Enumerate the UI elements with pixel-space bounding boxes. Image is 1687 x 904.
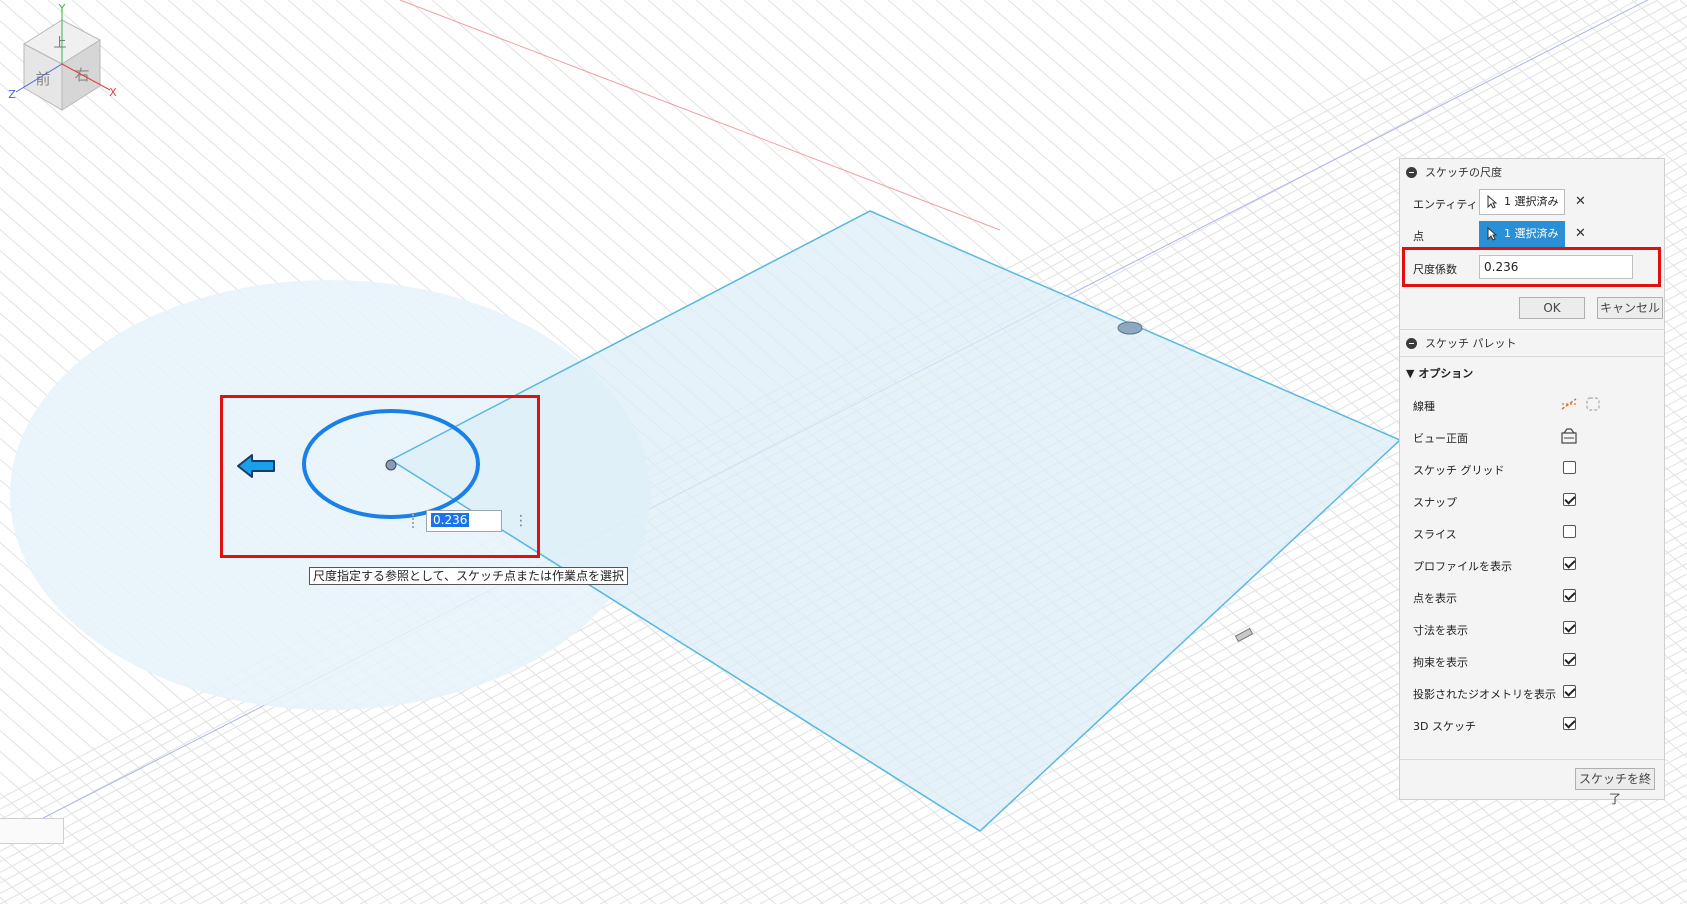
cube-label-top: 上 — [53, 36, 66, 51]
option-show-dimensions: 寸法を表示 — [1400, 613, 1664, 644]
entity-label: エンティティ — [1413, 198, 1478, 211]
option-linetype: 線種 — [1400, 389, 1664, 420]
palette-section-header[interactable]: スケッチ パレット — [1400, 330, 1664, 356]
construction-line-icon[interactable] — [1560, 395, 1578, 413]
centerline-icon[interactable] — [1584, 395, 1602, 413]
option-label: 点を表示 — [1413, 592, 1457, 605]
divider — [1400, 759, 1664, 760]
option-sketch-grid: スケッチ グリッド — [1400, 453, 1664, 484]
point-row: 点 1 選択済み ✕ — [1400, 219, 1664, 249]
show-profile-checkbox[interactable] — [1563, 557, 1576, 570]
sketch-grid-checkbox[interactable] — [1563, 461, 1576, 474]
more-icon[interactable]: ⋮ — [514, 512, 528, 530]
entity-row: エンティティ 1 選択済み ✕ — [1400, 187, 1664, 217]
entity-select-button[interactable]: 1 選択済み — [1479, 189, 1565, 215]
divider — [1400, 356, 1664, 357]
entity-value: 1 選択済み — [1504, 195, 1559, 208]
sketch-scale-panel: スケッチの尺度 エンティティ 1 選択済み ✕ 点 1 選択済み ✕ 尺度係数 … — [1399, 158, 1665, 806]
option-label: 線種 — [1413, 400, 1435, 413]
option-slice: スライス — [1400, 517, 1664, 548]
show-dimensions-checkbox[interactable] — [1563, 621, 1576, 634]
option-show-profile: プロファイルを表示 — [1400, 549, 1664, 580]
axis-label-z: Z — [8, 88, 16, 101]
snap-checkbox[interactable] — [1563, 493, 1576, 506]
collapse-icon[interactable] — [1406, 337, 1417, 349]
ok-button[interactable]: OK — [1519, 297, 1585, 319]
finish-sketch-button[interactable]: スケッチを終了 — [1575, 768, 1655, 806]
option-label: 寸法を表示 — [1413, 624, 1468, 637]
option-show-constraints: 拘束を表示 — [1400, 645, 1664, 676]
point-value: 1 選択済み — [1504, 227, 1559, 240]
triangle-down-icon: ▼ — [1406, 367, 1415, 380]
plane-edge-marker-icon — [1234, 627, 1254, 643]
dimension-input[interactable]: 0.236 — [426, 510, 502, 532]
point-select-button[interactable]: 1 選択済み — [1479, 221, 1565, 247]
option-label: 3D スケッチ — [1413, 720, 1476, 733]
cursor-icon — [1487, 227, 1497, 241]
point-label: 点 — [1413, 230, 1424, 243]
show-projected-geometry-checkbox[interactable] — [1563, 685, 1576, 698]
option-show-points: 点を表示 — [1400, 581, 1664, 612]
scale-section-title: スケッチの尺度 — [1425, 166, 1502, 179]
palette-section-title: スケッチ パレット — [1425, 337, 1517, 350]
option-show-projected-geometry: 投影されたジオメトリを表示 — [1400, 677, 1664, 708]
options-header[interactable]: ▼ オプション — [1406, 365, 1473, 381]
option-label: 投影されたジオメトリを表示 — [1413, 688, 1556, 701]
bottom-left-field[interactable] — [0, 818, 64, 844]
clear-entity-icon[interactable]: ✕ — [1575, 194, 1586, 209]
option-3d-sketch: 3D スケッチ — [1400, 709, 1664, 740]
look-at-icon[interactable] — [1560, 427, 1578, 445]
option-look-at: ビュー正面 — [1400, 421, 1664, 452]
circle-highlight-box — [220, 395, 540, 558]
view-cube[interactable]: 上 前 右 Y Z X — [0, 0, 120, 115]
plane-origin-marker-icon — [1117, 321, 1143, 335]
option-label: スナップ — [1413, 496, 1457, 509]
axis-label-y: Y — [58, 2, 66, 15]
collapse-icon[interactable] — [1406, 166, 1417, 178]
axis-label-x: X — [109, 86, 117, 99]
option-label: スケッチ グリッド — [1413, 464, 1505, 477]
clear-point-icon[interactable]: ✕ — [1575, 226, 1586, 241]
dimension-drag-handle[interactable] — [412, 514, 420, 528]
cursor-icon — [1487, 195, 1497, 209]
scale-section-header[interactable]: スケッチの尺度 — [1400, 159, 1664, 185]
option-label: プロファイルを表示 — [1413, 560, 1512, 573]
tooltip: 尺度指定する参照として、スケッチ点または作業点を選択 — [309, 567, 629, 585]
option-label: スライス — [1413, 528, 1457, 541]
cancel-button[interactable]: キャンセル — [1597, 297, 1663, 319]
dimension-value: 0.236 — [431, 513, 470, 527]
show-constraints-checkbox[interactable] — [1563, 653, 1576, 666]
option-label: ビュー正面 — [1413, 432, 1468, 445]
x-axis-line — [399, 0, 1001, 231]
slice-checkbox[interactable] — [1563, 525, 1576, 538]
options-label: オプション — [1418, 367, 1474, 380]
3d-sketch-checkbox[interactable] — [1563, 717, 1576, 730]
show-points-checkbox[interactable] — [1563, 589, 1576, 602]
option-snap: スナップ — [1400, 485, 1664, 516]
option-label: 拘束を表示 — [1413, 656, 1468, 669]
scale-factor-highlight-box — [1402, 247, 1661, 287]
